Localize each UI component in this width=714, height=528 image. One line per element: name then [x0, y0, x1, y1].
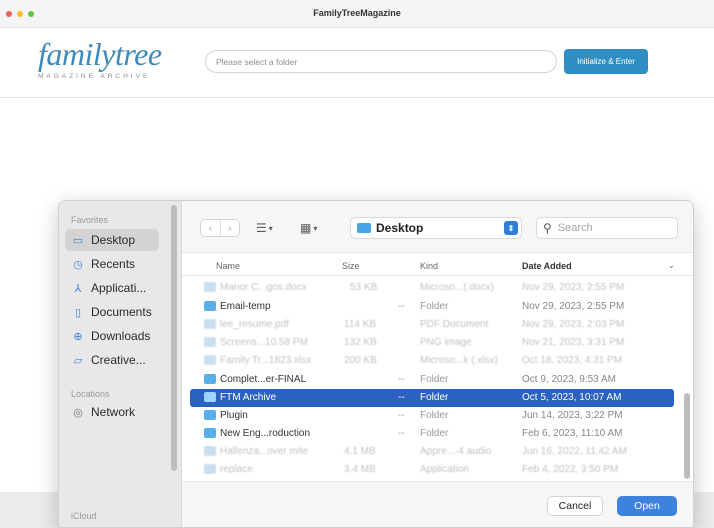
sidebar-item-creative[interactable]: ▱ Creative...	[65, 349, 159, 371]
list-item[interactable]: Screens...10.58 PM 132 KB PNG image Nov …	[190, 334, 674, 352]
column-kind[interactable]: Kind	[420, 261, 438, 271]
document-icon: ▯	[74, 306, 82, 319]
sidebar-icloud-title: iCloud	[71, 511, 97, 521]
applications-icon: ⅄	[74, 282, 82, 295]
nav-buttons: ‹ ›	[200, 219, 240, 237]
sidebar-item-label: Recents	[91, 257, 136, 271]
list-item[interactable]: Complet...er-FINAL -- Folder Oct 9, 2023…	[190, 371, 674, 389]
sidebar-item-label: Creative...	[91, 353, 146, 367]
list-item[interactable]: Hallenza...over mite 4.1 MB Appre...-4 a…	[190, 443, 674, 461]
grid-view-button[interactable]: ▦ ▾	[300, 218, 317, 238]
open-file-dialog: Favorites ▭ Desktop ◷ Recents ⅄ Applicat…	[58, 200, 694, 528]
folder-icon: ▱	[73, 354, 83, 367]
sidebar-locations-title: Locations	[71, 389, 110, 399]
list-item[interactable]: Family Tr...1823.xlsx 200 KB Microso...k…	[190, 352, 674, 370]
pdf-icon	[204, 319, 216, 329]
search-input[interactable]: ⚲ Search	[536, 217, 678, 239]
list-item-selected[interactable]: FTM Archive -- Folder Oct 5, 2023, 10:07…	[190, 389, 674, 407]
folder-icon	[204, 301, 216, 311]
dialog-toolbar: ‹ › ☰ ▾ ▦ ▾ Desktop ⇕ ⚲ Search	[182, 201, 693, 253]
column-size[interactable]: Size	[342, 261, 360, 271]
chevron-down-icon: ▾	[268, 223, 273, 233]
folder-path-input[interactable]: Please select a folder	[205, 50, 557, 73]
list-scrollbar[interactable]	[684, 393, 690, 479]
desktop-icon: ▭	[72, 234, 84, 247]
list-item[interactable]: New Eng...roduction -- Folder Feb 6, 202…	[190, 425, 674, 443]
sidebar-item-documents[interactable]: ▯ Documents	[65, 301, 159, 323]
sidebar-item-label: Desktop	[91, 233, 136, 247]
column-name[interactable]: Name	[216, 261, 240, 271]
logo-subtitle: MAGAZINE ARCHIVE	[38, 73, 151, 80]
initialize-enter-button[interactable]: Initialize & Enter	[564, 49, 648, 74]
list-icon: ☰	[256, 221, 267, 235]
download-icon: ⊕	[73, 330, 83, 343]
forward-button[interactable]: ›	[220, 220, 239, 236]
sidebar-scrollbar[interactable]	[171, 205, 177, 471]
sidebar-item-label: Applicati...	[91, 281, 147, 295]
chevron-down-icon: ⌄	[668, 261, 675, 270]
search-icon: ⚲	[543, 221, 552, 235]
logo: familytree	[38, 36, 162, 72]
sidebar-item-network[interactable]: ◎ Network	[65, 401, 159, 423]
sidebar-item-desktop[interactable]: ▭ Desktop	[65, 229, 159, 251]
column-date-added[interactable]: Date Added	[522, 261, 572, 271]
audio-icon	[204, 446, 216, 456]
dialog-sidebar: Favorites ▭ Desktop ◷ Recents ⅄ Applicat…	[59, 201, 182, 527]
grid-icon: ▦	[300, 221, 312, 235]
location-select[interactable]: Desktop ⇕	[350, 217, 522, 239]
list-item[interactable]: Email-temp -- Folder Nov 29, 2023, 2:55 …	[190, 298, 674, 316]
sidebar-item-applications[interactable]: ⅄ Applicati...	[65, 277, 159, 299]
location-label: Desktop	[376, 221, 424, 235]
folder-icon	[204, 428, 216, 438]
folder-icon	[204, 392, 216, 402]
list-header: Name Size Kind Date Added ⌄	[182, 256, 693, 276]
file-list: Manor C...gos.docx 53 KB Microso...(.doc…	[182, 276, 693, 481]
search-placeholder: Search	[557, 222, 593, 234]
image-icon	[204, 337, 216, 347]
folder-icon	[357, 223, 371, 233]
sidebar-item-recents[interactable]: ◷ Recents	[65, 253, 159, 275]
list-view-button[interactable]: ☰ ▾	[256, 218, 273, 238]
window-title: FamilyTreeMagazine	[313, 8, 401, 18]
globe-icon: ◎	[73, 406, 83, 419]
sidebar-item-downloads[interactable]: ⊕ Downloads	[65, 325, 159, 347]
chevron-left-icon: ‹	[208, 222, 213, 234]
list-item[interactable]: lee_resume.pdf 114 KB PDF Document Nov 2…	[190, 316, 674, 334]
chevron-down-icon: ▾	[313, 223, 318, 233]
list-item[interactable]: replace 3.4 MB Application Feb 4, 2022, …	[190, 461, 674, 479]
title-bar: FamilyTreeMagazine	[0, 0, 714, 28]
chevron-right-icon: ›	[228, 222, 232, 234]
folder-icon	[204, 410, 216, 420]
clock-icon: ◷	[73, 258, 83, 271]
back-button[interactable]: ‹	[201, 220, 220, 236]
list-item[interactable]: Plugin -- Folder Jun 14, 2023, 3:22 PM	[190, 407, 674, 425]
spreadsheet-icon	[204, 355, 216, 365]
file-browser: ‹ › ☰ ▾ ▦ ▾ Desktop ⇕ ⚲ Search Name Size K…	[182, 201, 693, 527]
sidebar-item-label: Network	[91, 405, 136, 419]
app-header: familytree MAGAZINE ARCHIVE Please selec…	[0, 28, 714, 98]
chevron-updown-icon: ⇕	[504, 221, 518, 235]
sidebar-item-label: Documents	[91, 305, 152, 319]
application-icon	[204, 464, 216, 474]
sidebar-favorites-title: Favorites	[71, 215, 109, 225]
document-icon	[204, 282, 216, 292]
open-button[interactable]: Open	[617, 496, 677, 516]
dialog-footer: Cancel Open	[182, 481, 693, 527]
folder-icon	[204, 374, 216, 384]
sidebar-item-label: Downloads	[91, 329, 151, 343]
list-item[interactable]: Manor C...gos.docx 53 KB Microso...(.doc…	[190, 279, 674, 297]
cancel-button[interactable]: Cancel	[547, 496, 603, 516]
